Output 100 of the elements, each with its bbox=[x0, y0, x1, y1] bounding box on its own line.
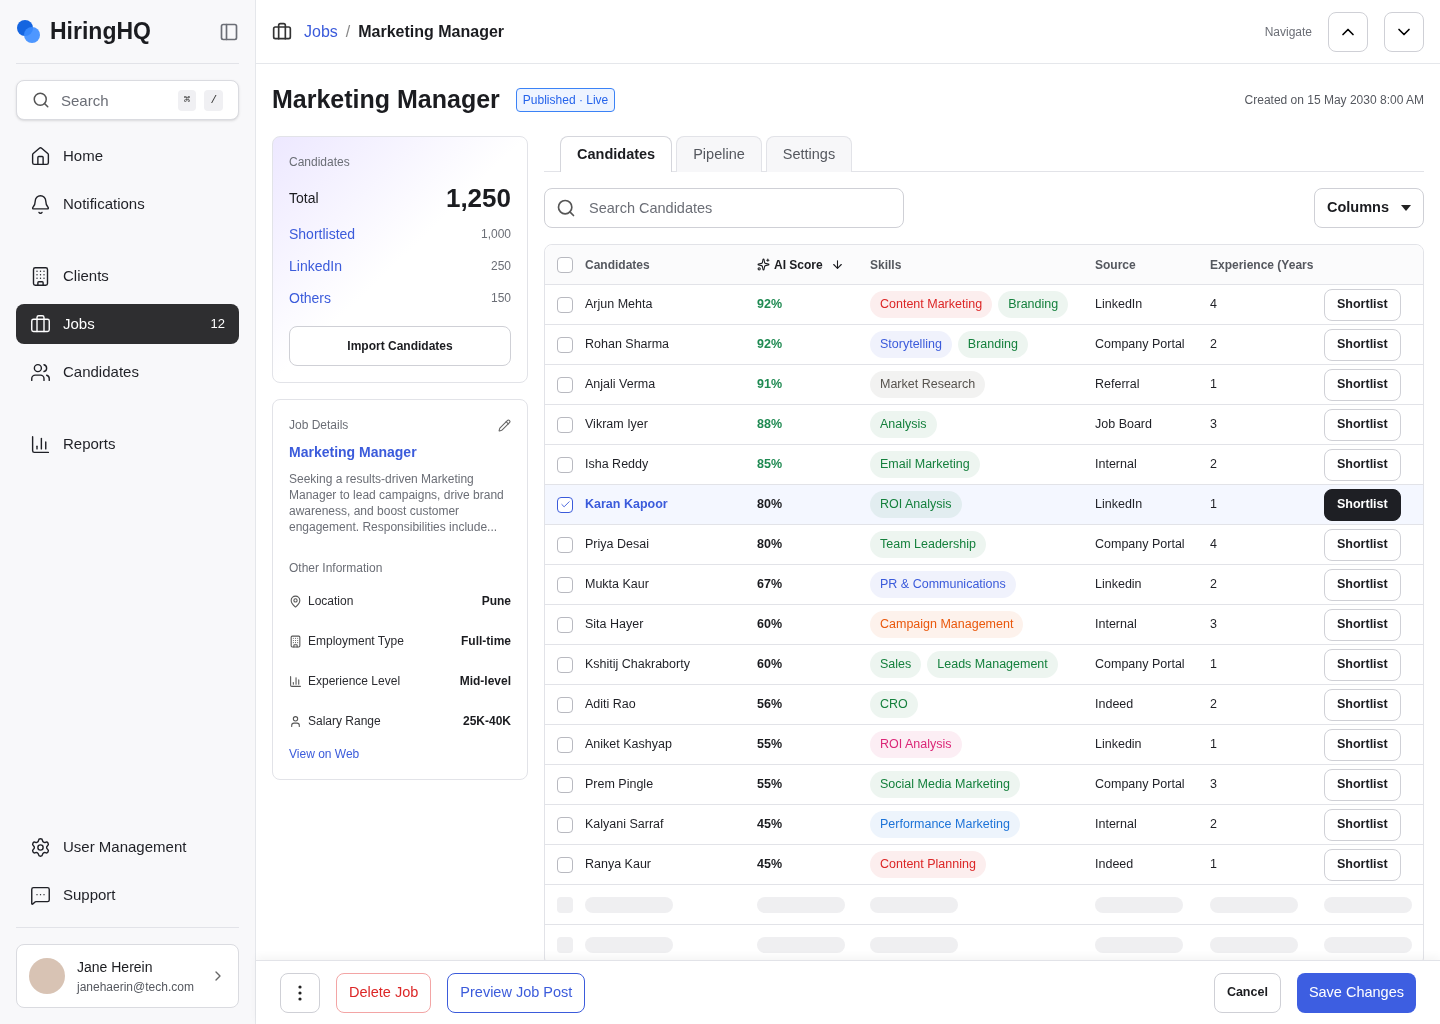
page-title: Marketing Manager bbox=[272, 84, 500, 116]
candidate-name[interactable]: Prem Pingle bbox=[585, 777, 654, 792]
candidate-name[interactable]: Mukta Kaur bbox=[585, 577, 649, 592]
tab[interactable]: Candidates bbox=[560, 136, 673, 172]
checkbox[interactable] bbox=[557, 496, 573, 513]
shortlist-button[interactable]: Shortlist bbox=[1324, 768, 1401, 801]
experience-years: 1 bbox=[1210, 497, 1217, 512]
caret-icon bbox=[1401, 205, 1411, 211]
view-on-web-link[interactable]: View on Web bbox=[289, 745, 511, 763]
checkbox[interactable] bbox=[557, 376, 573, 393]
shortlist-button[interactable]: Shortlist bbox=[1324, 808, 1401, 841]
nav-item[interactable]: Clients bbox=[16, 256, 239, 296]
briefcase-icon bbox=[30, 313, 51, 335]
column-header[interactable]: Skills bbox=[870, 257, 902, 272]
checkbox[interactable] bbox=[557, 296, 573, 313]
checkbox[interactable] bbox=[557, 456, 573, 473]
candidate-name[interactable]: Isha Reddy bbox=[585, 457, 649, 472]
shortlist-button[interactable]: Shortlist bbox=[1324, 528, 1401, 561]
checkbox[interactable] bbox=[557, 776, 573, 793]
candidate-name[interactable]: Aniket Kashyap bbox=[585, 737, 672, 752]
column-header[interactable]: AI Score bbox=[774, 255, 823, 274]
ai-score: 80% bbox=[757, 497, 783, 511]
column-header[interactable]: Experience (Years bbox=[1210, 257, 1314, 272]
save-changes-button[interactable]: Save Changes bbox=[1296, 972, 1416, 1013]
source-count: 1,000 bbox=[480, 226, 511, 243]
nav-item[interactable]: Home bbox=[16, 136, 239, 176]
table-row[interactable]: Karan Kapoor 80% ROI Analysis LinkedIn 1 Shortlist bbox=[545, 485, 1423, 525]
shortlist-button[interactable]: Shortlist bbox=[1324, 728, 1401, 761]
shortlist-button[interactable]: Shortlist bbox=[1324, 688, 1401, 721]
checkbox[interactable] bbox=[557, 736, 573, 753]
column-header[interactable]: Source bbox=[1095, 257, 1136, 272]
checkbox[interactable] bbox=[557, 336, 573, 353]
checkbox[interactable] bbox=[557, 616, 573, 633]
bar-chart-icon bbox=[30, 433, 51, 455]
user-card[interactable]: Jane Herein janehaerin@tech.com bbox=[16, 944, 239, 1008]
checkbox[interactable] bbox=[557, 856, 573, 873]
candidate-search-field[interactable]: Search Candidates bbox=[544, 188, 904, 228]
nav-item[interactable]: Jobs 12 bbox=[16, 304, 239, 344]
preview-job-post-button[interactable]: Preview Job Post bbox=[447, 972, 586, 1013]
checkbox[interactable] bbox=[557, 656, 573, 673]
nav-item[interactable]: User Management bbox=[16, 827, 239, 867]
ai-score: 91% bbox=[757, 377, 783, 391]
candidate-name[interactable]: Vikram Iyer bbox=[585, 417, 648, 432]
nav-item[interactable]: Support bbox=[16, 875, 239, 915]
info-value: Pune bbox=[481, 593, 511, 610]
source-link[interactable]: LinkedIn bbox=[289, 255, 342, 277]
next-button[interactable] bbox=[1384, 11, 1424, 52]
checkbox[interactable] bbox=[557, 536, 573, 553]
checkbox[interactable] bbox=[557, 416, 573, 433]
candidate-name[interactable]: Anjali Verma bbox=[585, 377, 656, 392]
shortlist-button[interactable]: Shortlist bbox=[1324, 608, 1401, 641]
candidate-name[interactable]: Arjun Mehta bbox=[585, 297, 653, 312]
checkbox[interactable] bbox=[557, 256, 573, 273]
shortlist-button[interactable]: Shortlist bbox=[1324, 848, 1401, 881]
ai-score: 85% bbox=[757, 457, 783, 471]
nav-item[interactable]: Reports bbox=[16, 424, 239, 464]
candidate-name[interactable]: Aditi Rao bbox=[585, 697, 636, 712]
edit-icon[interactable] bbox=[498, 418, 511, 432]
cancel-button[interactable]: Cancel bbox=[1213, 972, 1281, 1013]
shortlist-button[interactable]: Shortlist bbox=[1324, 448, 1401, 481]
previous-button[interactable] bbox=[1328, 11, 1368, 52]
sidebar-toggle-icon[interactable] bbox=[219, 21, 239, 42]
experience-years: 1 bbox=[1210, 377, 1217, 392]
sort-arrow-icon[interactable] bbox=[830, 258, 844, 271]
shortlist-button[interactable]: Shortlist bbox=[1324, 408, 1401, 441]
shortlist-button[interactable]: Shortlist bbox=[1324, 328, 1401, 361]
checkbox[interactable] bbox=[557, 816, 573, 833]
shortlist-button[interactable]: Shortlist bbox=[1324, 568, 1401, 601]
source-link[interactable]: Shortlisted bbox=[289, 223, 356, 245]
shortcut-key: / bbox=[204, 90, 223, 111]
columns-dropdown[interactable]: Columns bbox=[1313, 188, 1424, 228]
candidate-name[interactable]: Priya Desai bbox=[585, 537, 649, 552]
shortlist-button[interactable]: Shortlist bbox=[1324, 288, 1401, 321]
nav-item[interactable]: Notifications bbox=[16, 184, 239, 224]
more-options-button[interactable] bbox=[280, 972, 320, 1013]
source-text: Company Portal bbox=[1095, 657, 1185, 672]
tab[interactable]: Pipeline bbox=[676, 136, 762, 172]
skill-tag: Leads Management bbox=[927, 651, 1058, 678]
candidate-name[interactable]: Rohan Sharma bbox=[585, 337, 670, 352]
shortlist-button[interactable]: Shortlist bbox=[1324, 368, 1401, 401]
checkbox[interactable] bbox=[557, 696, 573, 713]
source-link[interactable]: Others bbox=[289, 287, 331, 309]
shortlist-button[interactable]: Shortlist bbox=[1324, 488, 1401, 521]
breadcrumb-link[interactable]: Jobs bbox=[304, 19, 338, 44]
candidate-name[interactable]: Kalyani Sarraf bbox=[585, 817, 664, 832]
candidate-name[interactable]: Karan Kapoor bbox=[585, 497, 668, 512]
nav-item[interactable]: Candidates bbox=[16, 352, 239, 392]
column-header[interactable]: Candidates bbox=[585, 257, 650, 272]
ai-score: 80% bbox=[757, 537, 783, 551]
delete-job-button[interactable]: Delete Job bbox=[336, 972, 432, 1013]
candidate-name[interactable]: Ranya Kaur bbox=[585, 857, 651, 872]
shortlist-button[interactable]: Shortlist bbox=[1324, 648, 1401, 681]
section-heading: Other Information bbox=[289, 560, 384, 577]
tab[interactable]: Settings bbox=[765, 136, 853, 172]
skill-tag: Team Leadership bbox=[870, 531, 986, 558]
checkbox[interactable] bbox=[557, 576, 573, 593]
import-candidates-button[interactable]: Import Candidates bbox=[289, 326, 511, 366]
candidate-name[interactable]: Kshitij Chakraborty bbox=[585, 657, 690, 672]
source-text: LinkedIn bbox=[1095, 297, 1143, 312]
candidate-name[interactable]: Sita Hayer bbox=[585, 617, 644, 632]
